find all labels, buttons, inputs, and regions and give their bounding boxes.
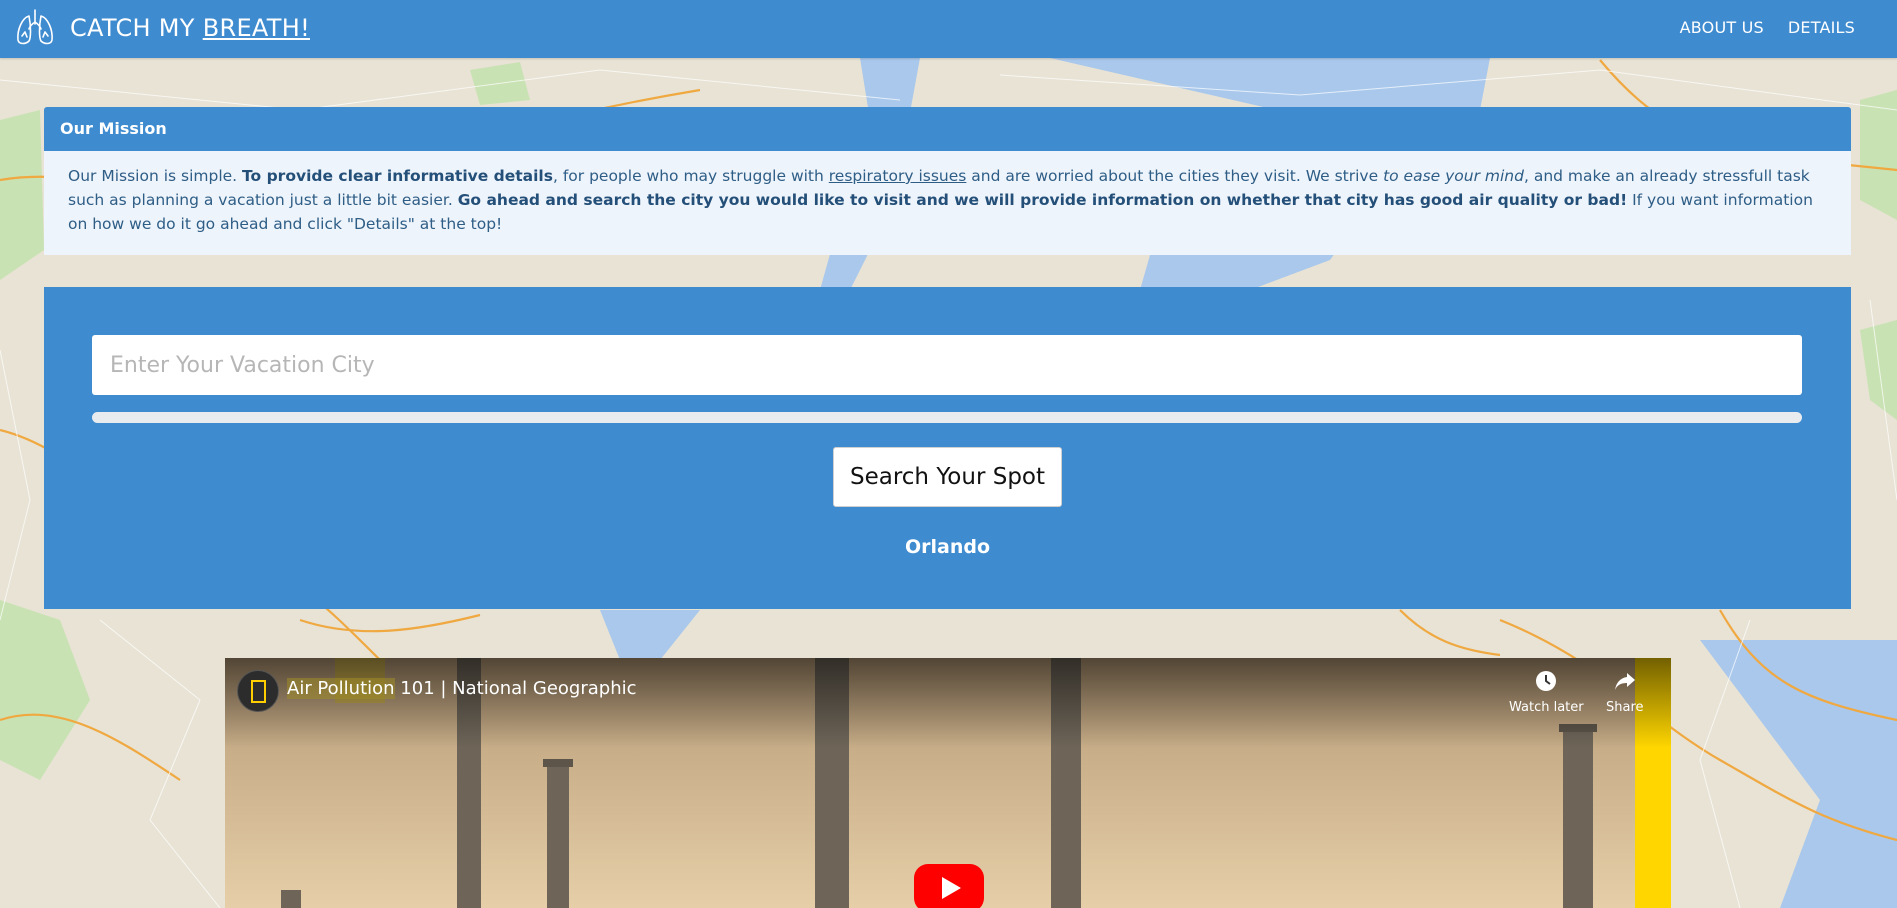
city-search-input[interactable] (92, 335, 1802, 395)
mission-card: Our Mission Our Mission is simple. To pr… (44, 107, 1851, 255)
mission-text-part: , for people who may struggle with (552, 167, 829, 185)
respiratory-issues-link[interactable]: respiratory issues (829, 167, 967, 185)
watch-later-label: Watch later (1509, 700, 1584, 715)
nav-link-about-us[interactable]: ABOUT US (1680, 18, 1764, 37)
nav-links: ABOUT US DETAILS (1680, 18, 1855, 37)
video-title[interactable]: Air Pollution 101 | National Geographic (287, 678, 637, 699)
clock-icon (1509, 670, 1584, 696)
watch-later-button[interactable]: Watch later (1509, 670, 1584, 715)
share-button[interactable]: Share (1606, 670, 1644, 715)
mission-bold-text: To provide clear informative details (242, 167, 553, 185)
search-progress-bar (92, 412, 1802, 423)
youtube-video-embed[interactable]: Air Pollution 101 | National Geographic … (225, 658, 1671, 908)
mission-italic-text: to ease your mind (1383, 167, 1524, 185)
search-your-spot-button[interactable]: Search Your Spot (833, 447, 1062, 507)
top-navbar: CATCH MY BREATH! ABOUT US DETAILS (0, 0, 1897, 58)
mission-text: Our Mission is simple. To provide clear … (44, 151, 1851, 255)
search-panel: Search Your Spot Orlando (44, 287, 1851, 609)
brand-home-link[interactable]: CATCH MY BREATH! (14, 8, 310, 48)
share-label: Share (1606, 700, 1644, 715)
lungs-icon (14, 8, 56, 48)
mission-text-part: and are worried about the cities they vi… (966, 167, 1384, 185)
result-city-name: Orlando (904, 536, 991, 558)
brand-emphasis: BREATH! (202, 14, 310, 42)
mission-call-to-action: Go ahead and search the city you would l… (457, 191, 1628, 209)
play-icon[interactable] (914, 864, 984, 908)
video-overlay-top (225, 658, 1671, 748)
mission-heading: Our Mission (44, 107, 1851, 151)
share-icon (1606, 670, 1644, 696)
nav-link-details[interactable]: DETAILS (1788, 18, 1855, 37)
brand-prefix: CATCH MY (70, 14, 203, 42)
video-title-rest: 101 | National Geographic (394, 678, 637, 699)
brand-title: CATCH MY BREATH! (70, 14, 310, 42)
natgeo-logo-icon[interactable] (237, 670, 279, 712)
video-title-highlight: Air Pollution (287, 678, 395, 699)
mission-text-part: Our Mission is simple. (68, 167, 243, 185)
